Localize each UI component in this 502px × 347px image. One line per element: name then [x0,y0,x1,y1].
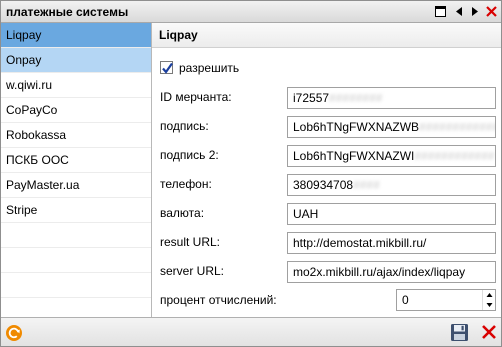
list-item-empty [1,273,151,298]
list-item[interactable]: w.qiwi.ru [1,73,151,98]
list-item-empty [1,248,151,273]
cancel-icon[interactable] [481,324,497,340]
signature2-label: подпись 2: [160,148,219,162]
list-item[interactable]: Onpay [1,48,151,73]
percent-stepper[interactable]: 0 [396,289,496,311]
signature2-field[interactable]: Lob6hTNgFWXNAZWI############ [287,145,496,167]
spin-up-icon[interactable] [483,290,496,300]
list-item-empty [1,298,151,317]
enable-checkbox[interactable] [160,61,173,74]
refresh-icon[interactable] [5,324,23,342]
currency-label: валюта: [160,206,205,220]
masked-text: ############ [414,149,495,163]
list-item[interactable]: Stripe [1,198,151,223]
merchant-id-label: ID мерчанта: [160,90,232,104]
list-item[interactable]: Robokassa [1,123,151,148]
maximize-icon[interactable] [434,5,447,18]
footer-toolbar [1,317,501,346]
signature-label: подпись: [160,119,209,133]
arrow-left-icon[interactable] [453,5,466,18]
title-bar: платежные системы [1,1,501,23]
masked-text: ######## [329,91,383,105]
panel-title: Liqpay [152,23,501,48]
list-item-empty [1,223,151,248]
percent-label: процент отчислений: [160,293,277,307]
payment-systems-window: платежные системы Liqpay Onpay w.qiwi.ru… [0,0,502,347]
list-item[interactable]: CoPayCo [1,98,151,123]
list-item[interactable]: PayMaster.ua [1,173,151,198]
signature-field[interactable]: Lob6hTNgFWXNAZWB############ [287,116,496,138]
merchant-id-field[interactable]: i72557######## [287,87,496,109]
phone-field[interactable]: 380934708#### [287,174,496,196]
close-icon[interactable] [485,5,498,18]
list-item[interactable]: ПСКБ ООС [1,148,151,173]
enable-label: разрешить [179,61,240,75]
masked-text: ############ [419,120,496,134]
server-url-field[interactable]: mo2x.mikbill.ru/ajax/index/liqpay [287,261,496,283]
percent-value: 0 [402,293,409,307]
arrow-right-icon[interactable] [468,5,481,18]
list-item[interactable]: Liqpay [1,23,151,48]
settings-panel: Liqpay разрешить ID мерчанта: i72557####… [152,23,501,317]
server-url-label: server URL: [160,264,225,278]
phone-label: телефон: [160,177,212,191]
payment-system-list: Liqpay Onpay w.qiwi.ru CoPayCo Robokassa… [1,23,152,317]
spin-down-icon[interactable] [483,300,496,310]
save-icon[interactable] [450,323,469,342]
window-title: платежные системы [6,5,129,19]
currency-field[interactable]: UAH [287,203,496,225]
result-url-field[interactable]: http://demostat.mikbill.ru/ [287,232,496,254]
result-url-label: result URL: [160,235,221,249]
checkmark-icon [162,62,173,74]
masked-text: #### [353,178,380,192]
